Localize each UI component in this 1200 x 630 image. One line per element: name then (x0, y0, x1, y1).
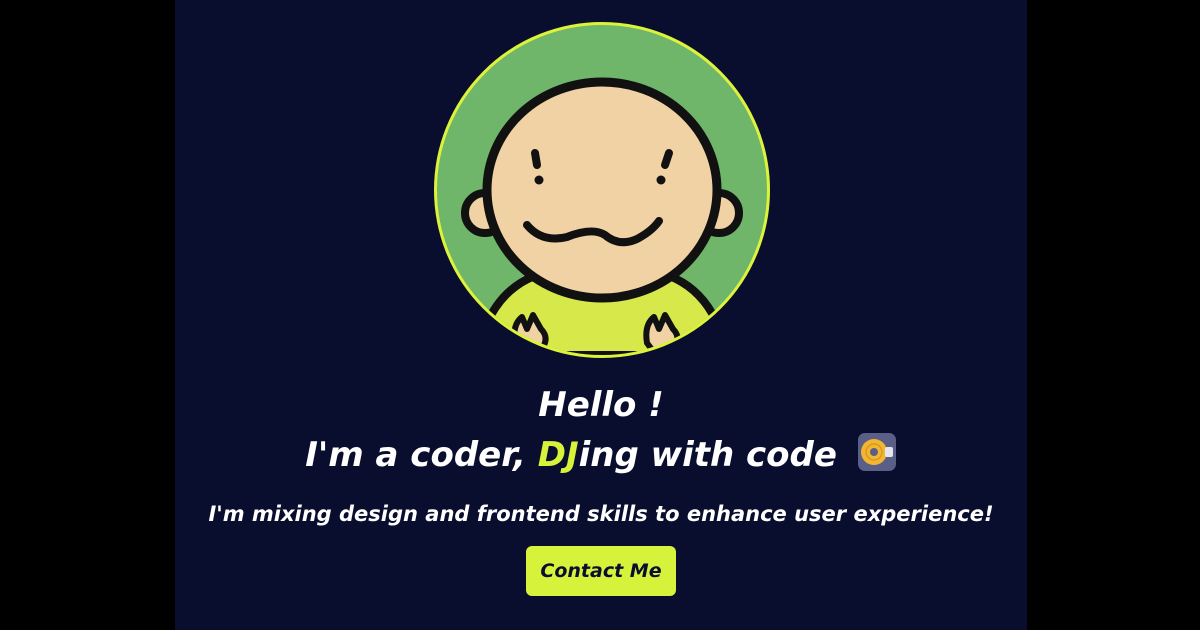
hero-section: Hello ! I'm a coder, DJing with code I'm… (175, 0, 1027, 630)
dj-disc-icon (857, 432, 897, 472)
cartoon-avatar-icon (461, 77, 743, 355)
greeting: Hello ! (538, 385, 664, 425)
contact-me-button[interactable]: Contact Me (526, 546, 676, 596)
subtitle: I'm mixing design and frontend skills to… (208, 502, 994, 526)
tagline-prefix: I'm a coder, (305, 435, 538, 475)
tagline: I'm a coder, DJing with code (175, 432, 1027, 475)
tagline-accent: DJ (537, 435, 579, 475)
avatar (434, 22, 770, 358)
tagline-suffix: ing with code (578, 435, 837, 475)
